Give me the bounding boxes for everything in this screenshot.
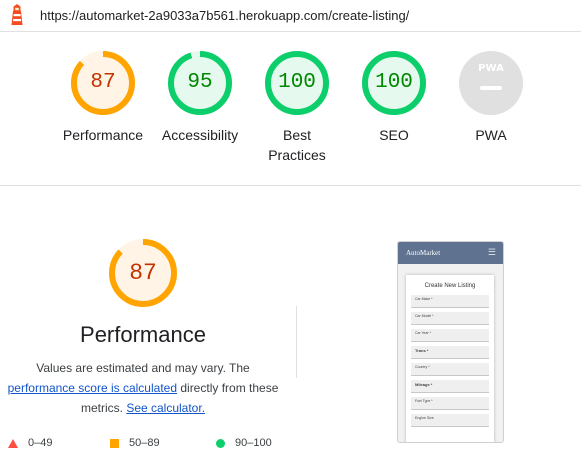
- thumb-field: Trans *: [411, 346, 489, 359]
- legend-pass-text: 90–100: [235, 437, 272, 449]
- thumb-field: Fuel Type *: [411, 397, 489, 410]
- seo-label[interactable]: SEO: [339, 125, 449, 145]
- performance-label[interactable]: Performance: [48, 125, 158, 145]
- lighthouse-icon: [11, 4, 23, 25]
- section-divider: [0, 185, 581, 186]
- pwa-gauge[interactable]: PWA: [456, 48, 526, 118]
- best-practices-score: 100: [278, 71, 316, 94]
- accessibility-label[interactable]: Accessibility: [145, 125, 255, 145]
- thumb-field: Mileage *: [411, 380, 489, 393]
- thumb-field: Car Make *: [411, 295, 489, 308]
- pwa-badge-text: PWA: [478, 63, 504, 74]
- best-practices-gauge[interactable]: 100: [262, 48, 332, 118]
- performance-detail-gauge: 87: [106, 236, 180, 310]
- thumb-menu-icon: ☰: [487, 247, 496, 257]
- accessibility-gauge[interactable]: 95: [165, 48, 235, 118]
- average-square-icon: [110, 438, 119, 448]
- performance-gauge[interactable]: 87: [68, 48, 138, 118]
- browser-bar: https://automarket-2a9033a7b561.herokuap…: [0, 0, 581, 32]
- performance-description: Values are estimated and may vary. The p…: [0, 358, 286, 418]
- desc-line1: Values are estimated and may vary. The: [36, 361, 250, 375]
- thumb-brand: AutoMarket: [406, 249, 441, 257]
- best-practices-label[interactable]: Best Practices: [242, 125, 352, 165]
- pass-circle-icon: [216, 438, 225, 448]
- desc-mid: directly from these: [177, 381, 279, 395]
- accessibility-score: 95: [187, 71, 213, 94]
- page-screenshot-thumbnail[interactable]: AutoMarket ☰ Create New Listing Car Make…: [397, 241, 504, 443]
- thumb-field: Engine Size: [411, 414, 489, 427]
- see-calculator-link[interactable]: See calculator.: [126, 401, 205, 415]
- legend-average: 50–89: [110, 437, 160, 449]
- legend-pass: 90–100: [216, 437, 272, 449]
- desc-pre2: metrics.: [80, 401, 127, 415]
- vertical-divider: [296, 306, 297, 378]
- thumb-form-title: Create New Listing: [424, 283, 476, 289]
- thumb-field: Country *: [411, 363, 489, 376]
- performance-detail-score: 87: [129, 260, 157, 286]
- legend-fail-text: 0–49: [28, 437, 53, 449]
- thumb-field: Car Year *: [411, 329, 489, 342]
- seo-gauge[interactable]: 100: [359, 48, 429, 118]
- performance-score: 87: [90, 71, 116, 94]
- thumb-form-card: Create New Listing Car Make * Car Model …: [406, 275, 494, 442]
- legend-average-text: 50–89: [129, 437, 160, 449]
- score-calculated-link[interactable]: performance score is calculated: [8, 381, 177, 395]
- legend-fail: 0–49: [8, 437, 52, 449]
- page-url[interactable]: https://automarket-2a9033a7b561.herokuap…: [40, 8, 409, 23]
- thumb-navbar: AutoMarket ☰: [398, 242, 503, 264]
- pwa-badge-icon: [459, 51, 523, 115]
- thumb-field: Car Model *: [411, 312, 489, 325]
- seo-score: 100: [375, 71, 413, 94]
- performance-title: Performance: [80, 322, 206, 347]
- fail-triangle-icon: [8, 438, 18, 448]
- pwa-label[interactable]: PWA: [436, 125, 546, 145]
